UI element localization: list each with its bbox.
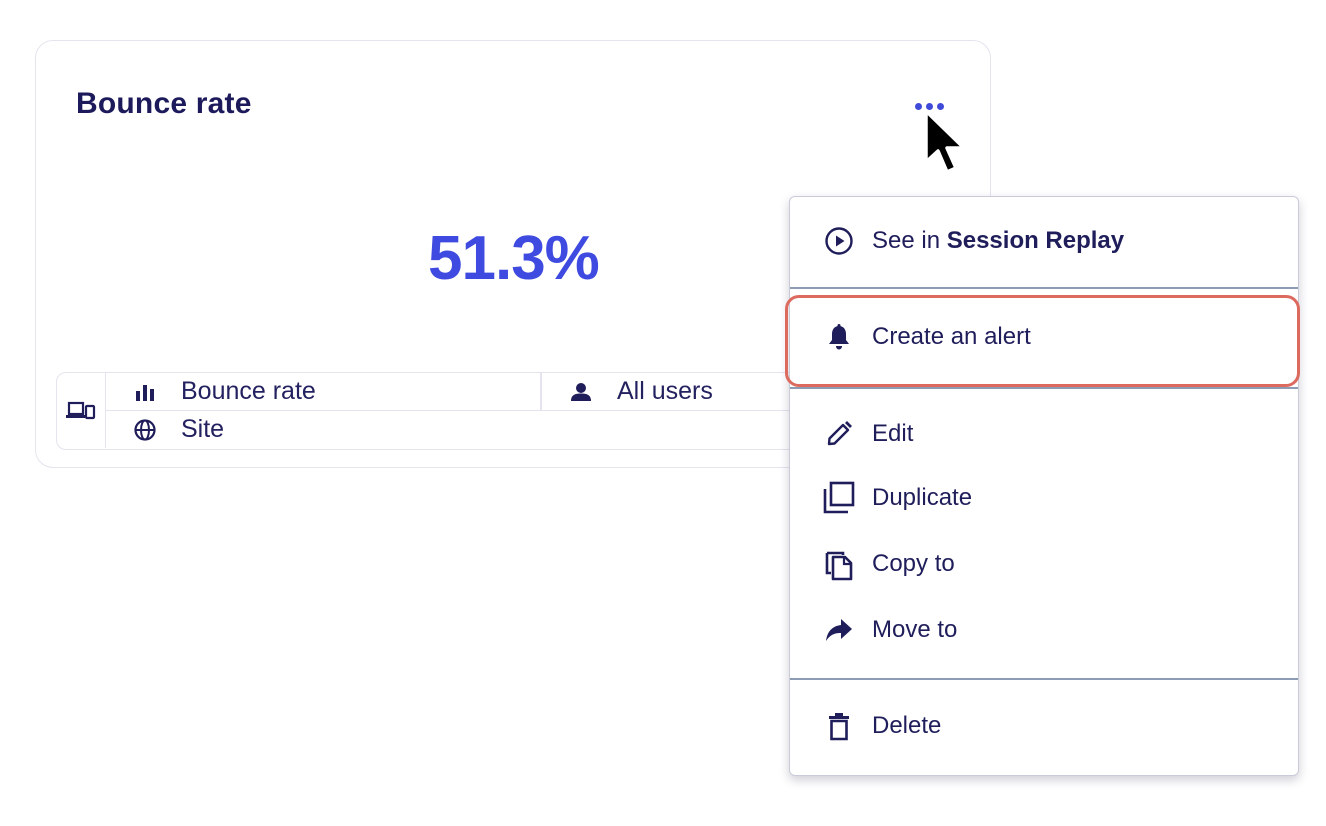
more-horizontal-icon xyxy=(914,102,922,110)
menu-item-label: Edit xyxy=(872,420,914,447)
menu-item-move-to[interactable]: Move to xyxy=(790,600,1298,660)
segment-row: Bounce rate All users xyxy=(105,373,835,411)
segment-users-label: All users xyxy=(617,377,713,405)
pencil-icon xyxy=(822,417,856,451)
menu-item-label: Create an alert xyxy=(872,323,1031,350)
menu-item-create-alert[interactable]: Create an alert xyxy=(790,307,1298,367)
menu-item-label: Duplicate xyxy=(872,484,973,511)
devices-icon xyxy=(57,373,106,448)
menu-item-edit[interactable]: Edit xyxy=(790,404,1298,464)
segment-metric[interactable]: Bounce rate xyxy=(133,373,316,410)
menu-divider xyxy=(790,387,1298,389)
bar-chart-icon xyxy=(133,380,157,404)
trash-icon xyxy=(822,709,856,743)
menu-item-label: Move to xyxy=(872,616,958,643)
segment-scope-label: Site xyxy=(181,415,225,443)
menu-item-copy-to[interactable]: Copy to xyxy=(790,534,1298,594)
copy-icon xyxy=(822,547,856,581)
stage: Bounce rate 51.3% Bounce rate All users … xyxy=(0,0,1326,826)
card-options-menu: See in Session Replay Create an alert Ed… xyxy=(785,196,1300,776)
menu-item-label: See in Session Replay xyxy=(872,227,1125,254)
more-options-button[interactable] xyxy=(906,95,952,117)
globe-icon xyxy=(133,418,157,442)
menu-item-label: Copy to xyxy=(872,550,955,577)
more-horizontal-icon xyxy=(936,102,944,110)
card-title: Bounce rate xyxy=(76,87,252,120)
menu-divider xyxy=(790,287,1298,289)
segment-metric-label: Bounce rate xyxy=(181,377,316,405)
more-horizontal-icon xyxy=(925,102,933,110)
menu-item-duplicate[interactable]: Duplicate xyxy=(790,468,1298,528)
play-circle-icon xyxy=(822,224,856,258)
duplicate-icon xyxy=(822,481,856,515)
segment-row: Site xyxy=(105,411,835,448)
bell-icon xyxy=(822,320,856,354)
menu-divider xyxy=(790,678,1298,680)
menu-item-see-in-session-replay[interactable]: See in Session Replay xyxy=(790,211,1298,271)
user-icon xyxy=(569,380,593,404)
segment-users[interactable]: All users xyxy=(569,373,713,410)
segment-table: Bounce rate All users Site xyxy=(56,372,836,450)
menu-item-label: Delete xyxy=(872,712,942,739)
segment-scope[interactable]: Site xyxy=(133,411,224,448)
segment-divider xyxy=(540,373,542,410)
menu-item-delete[interactable]: Delete xyxy=(790,696,1298,756)
share-arrow-icon xyxy=(822,613,856,647)
